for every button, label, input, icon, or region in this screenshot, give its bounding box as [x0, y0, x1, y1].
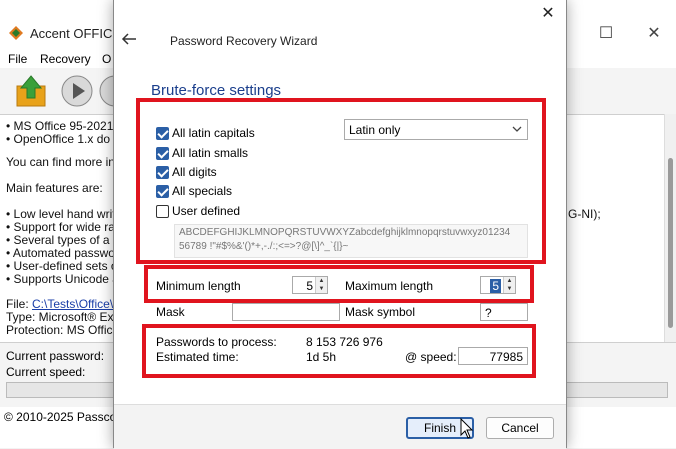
- min-length-value: 5: [306, 279, 313, 293]
- speed-label: @ speed:: [405, 350, 457, 364]
- info-line: • OpenOffice 1.x do: [6, 132, 111, 146]
- password-recovery-wizard-dialog: ✕ Password Recovery Wizard Brute-force s…: [113, 0, 567, 449]
- checkbox-user-defined[interactable]: User defined: [156, 203, 240, 219]
- mouse-pointer-icon: [460, 418, 474, 439]
- close-icon[interactable]: ✕: [644, 24, 664, 44]
- info-line: • Low level hand writ: [6, 207, 116, 221]
- dialog-title: Password Recovery Wizard: [170, 34, 318, 48]
- checkbox-checked-icon[interactable]: [156, 146, 169, 160]
- stepper-up-icon[interactable]: ▲: [316, 277, 327, 285]
- file-label: File:: [6, 297, 29, 311]
- protection-line: Protection: MS Office: [6, 323, 120, 337]
- checkbox-digits[interactable]: All digits: [156, 164, 217, 180]
- app-logo-icon: [9, 26, 23, 40]
- maximize-icon[interactable]: ☐: [596, 24, 616, 44]
- passwords-to-process-label: Passwords to process:: [156, 335, 277, 349]
- checkbox-unchecked-icon[interactable]: [156, 204, 169, 218]
- mask-symbol-value: ?: [485, 306, 492, 320]
- mask-symbol-label: Mask symbol: [345, 305, 416, 319]
- menu-file[interactable]: File: [8, 52, 27, 66]
- info-line: • Supports Unicode a: [6, 272, 119, 286]
- stepper-arrows[interactable]: ▲ ▼: [503, 277, 515, 293]
- passwords-to-process-value: 8 153 726 976: [306, 335, 383, 349]
- estimated-time-label: Estimated time:: [156, 350, 239, 364]
- speed-value: 77985: [489, 350, 523, 364]
- user-defined-charset-field[interactable]: ABCDEFGHIJKLMNOPQRSTUVWXYZabcdefghijklmn…: [174, 224, 528, 258]
- stepper-arrows[interactable]: ▲ ▼: [315, 277, 327, 293]
- checkbox-latin-capitals[interactable]: All latin capitals: [156, 125, 255, 141]
- current-speed-label: Current speed:: [6, 365, 86, 379]
- file-path-link[interactable]: C:\Tests\Office\E: [32, 297, 121, 311]
- info-line: • Automated passwo: [6, 246, 115, 260]
- min-length-label: Minimum length: [156, 279, 241, 293]
- section-heading: Brute-force settings: [151, 82, 282, 99]
- speed-field: 77985: [458, 347, 528, 365]
- max-length-stepper[interactable]: 5 ▲ ▼: [480, 276, 516, 294]
- checkbox-specials[interactable]: All specials: [156, 183, 232, 199]
- stepper-down-icon[interactable]: ▼: [316, 285, 327, 293]
- info-line: Main features are:: [6, 181, 103, 195]
- info-line: • Support for wide ra: [6, 220, 115, 234]
- checkbox-checked-icon[interactable]: [156, 165, 169, 179]
- info-line: You can find more inf: [6, 155, 119, 169]
- charset-select-value: Latin only: [349, 123, 401, 137]
- min-length-stepper[interactable]: 5 ▲ ▼: [292, 276, 328, 294]
- mask-input[interactable]: [232, 303, 340, 321]
- stepper-up-icon[interactable]: ▲: [504, 277, 515, 285]
- max-length-label: Maximum length: [345, 279, 434, 293]
- max-length-value: 5: [490, 279, 501, 293]
- main-window-title: Accent OFFICE: [30, 26, 122, 41]
- file-line: File: C:\Tests\Office\E: [6, 297, 121, 311]
- charset-line: 56789 !"#$%&'()*+,-./:;<=>?@[\]^_`{|}~: [179, 241, 352, 252]
- info-line: • User-defined sets o: [6, 259, 118, 273]
- checkbox-checked-icon[interactable]: [156, 184, 169, 198]
- copyright-text: © 2010-2025 Passco: [4, 410, 117, 424]
- estimated-time-value: 1d 5h: [306, 350, 337, 364]
- start-icon[interactable]: [60, 74, 94, 108]
- dialog-footer: Finish Cancel: [114, 404, 566, 449]
- checkbox-checked-icon[interactable]: [156, 126, 169, 140]
- mask-label: Mask: [156, 305, 185, 319]
- charset-line: ABCDEFGHIJKLMNOPQRSTUVWXYZabcdefghijklmn…: [179, 227, 511, 238]
- menu-other[interactable]: O: [102, 52, 111, 66]
- open-file-icon[interactable]: [14, 74, 48, 108]
- close-icon[interactable]: ✕: [538, 4, 558, 24]
- info-line-fragment: G-NI);: [568, 207, 601, 221]
- mask-symbol-input[interactable]: ?: [480, 303, 528, 321]
- cancel-button[interactable]: Cancel: [486, 417, 554, 439]
- back-arrow-icon[interactable]: [120, 30, 138, 48]
- current-password-label: Current password:: [6, 349, 105, 363]
- info-line: • MS Office 95-2021: [6, 119, 114, 133]
- info-line: • Several types of a: [6, 233, 110, 247]
- charset-select[interactable]: Latin only: [344, 119, 528, 140]
- checkbox-latin-smalls[interactable]: All latin smalls: [156, 145, 248, 161]
- chevron-down-icon: [512, 126, 522, 132]
- stepper-down-icon[interactable]: ▼: [504, 285, 515, 293]
- menu-recovery[interactable]: Recovery: [40, 52, 91, 66]
- type-line: Type: Microsoft® Exc: [6, 310, 120, 324]
- vertical-scrollbar[interactable]: [664, 114, 676, 342]
